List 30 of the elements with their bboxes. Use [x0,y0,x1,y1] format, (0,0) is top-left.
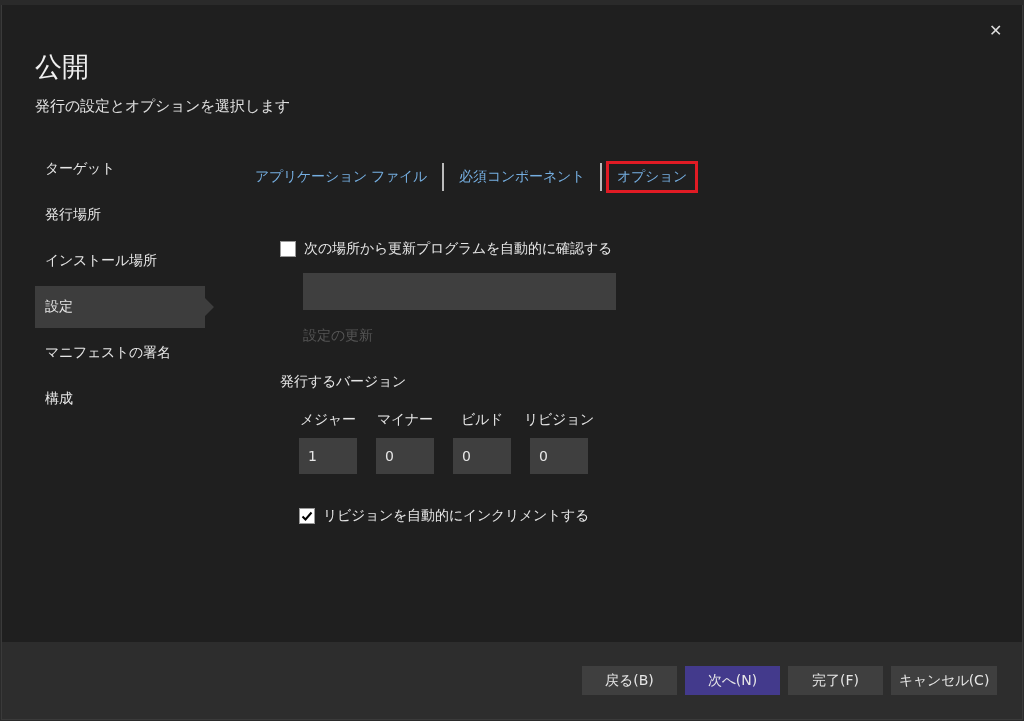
dialog-button[interactable]: キャンセル(C) [891,666,997,695]
sidebar-item[interactable]: インストール場所 [35,240,205,282]
sidebar-item[interactable]: ターゲット [35,148,205,190]
version-input[interactable]: 0 [376,438,434,474]
tab-link[interactable]: オプション [606,161,699,193]
version-input[interactable]: 0 [453,438,511,474]
checkbox-label: リビジョンを自動的にインクリメントする [323,507,589,525]
field-label: メジャー [300,411,356,429]
checkbox[interactable] [280,241,296,257]
checkbox-label: 次の場所から更新プログラムを自動的に確認する [304,240,612,258]
update-location-field[interactable] [303,273,616,310]
close-button[interactable]: ✕ [985,19,1006,42]
version-input[interactable]: 0 [530,438,588,474]
version-input[interactable]: 1 [299,438,357,474]
dialog-title: 公開 [35,50,90,84]
tab-link[interactable]: 必須コンポーネント [448,161,597,193]
sidebar-item[interactable]: 設定 [35,286,214,328]
checkbox[interactable] [299,508,315,524]
sidebar-item[interactable]: 発行場所 [35,194,205,236]
dialog-button[interactable]: 次へ(N) [685,666,780,695]
field-label: マイナー [377,411,433,429]
dialog-button[interactable]: 戻る(B) [582,666,677,695]
tab-link[interactable]: アプリケーション ファイル [244,161,439,193]
sidebar-item[interactable]: マニフェストの署名 [35,332,205,374]
field-label: リビジョン [524,411,594,429]
sidebar-item[interactable]: 構成 [35,378,205,420]
dialog-subtitle: 発行の設定とオプションを選択します [35,97,291,116]
section-heading: 発行するバージョン [280,373,407,391]
field-label: ビルド [461,411,503,429]
dialog-button[interactable]: 完了(F) [788,666,883,695]
